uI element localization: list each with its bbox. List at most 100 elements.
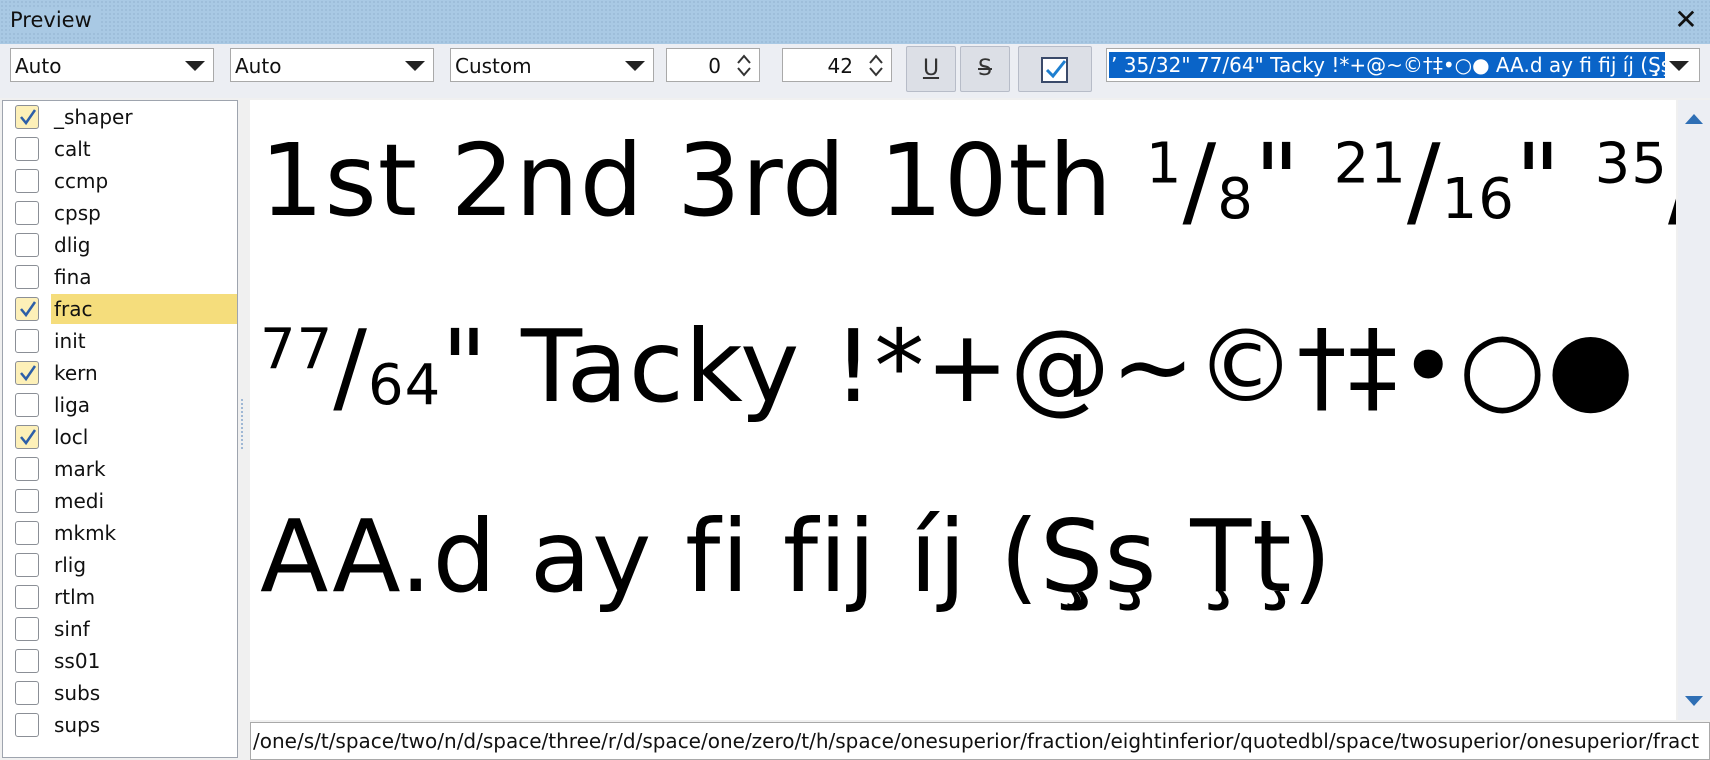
font-size-stepper-value: 42 — [827, 54, 853, 78]
feature-item[interactable]: liga — [3, 390, 237, 420]
sample-text-input[interactable]: ’ 35/32" 77/64" Tacky !*+@~©†‡•○● AA.d a… — [1109, 52, 1665, 78]
feature-item[interactable]: medi — [3, 486, 237, 516]
feature-label: rlig — [54, 553, 87, 577]
checkmark-icon — [20, 109, 37, 126]
chevron-up-icon[interactable] — [869, 53, 883, 65]
checkmark-icon — [20, 365, 37, 382]
feature-item[interactable]: frac — [3, 294, 237, 324]
preview-line-1: 1st 2nd 3rd 10th 1/8" 21/16" 35/32" — [260, 122, 1676, 239]
feature-item[interactable]: mkmk — [3, 518, 237, 548]
feature-label: rtlm — [54, 585, 96, 609]
feature-item[interactable]: cpsp — [3, 198, 237, 228]
chevron-down-icon[interactable] — [869, 66, 883, 78]
fraction: 1/8 — [1145, 122, 1254, 239]
spacing-stepper-value: 0 — [708, 54, 721, 78]
feature-checkbox[interactable] — [15, 585, 39, 609]
features-select[interactable]: Custom — [450, 48, 654, 82]
chevron-down-icon[interactable] — [1669, 61, 1689, 71]
chevron-down-icon[interactable] — [737, 66, 751, 78]
feature-checkbox[interactable] — [15, 489, 39, 513]
feature-checkbox[interactable] — [15, 201, 39, 225]
language-select[interactable]: Auto — [230, 48, 434, 82]
feature-checkbox[interactable] — [15, 457, 39, 481]
title-bar: Preview ✕ — [0, 0, 1710, 44]
feature-checkbox[interactable] — [15, 137, 39, 161]
feature-checkbox[interactable] — [15, 425, 39, 449]
language-select-value: Auto — [235, 54, 282, 78]
feature-label: dlig — [54, 233, 91, 257]
window-title: Preview — [10, 8, 100, 32]
feature-checkbox[interactable] — [15, 297, 39, 321]
feature-checkbox[interactable] — [15, 233, 39, 257]
feature-label: ss01 — [54, 649, 101, 673]
fraction: 35/32 — [1594, 122, 1676, 239]
feature-item[interactable]: calt — [3, 134, 237, 164]
preview-text: 1st 2nd 3rd 10th — [260, 122, 1146, 239]
glyph-names-field[interactable]: /one/s/t/space/two/n/d/space/three/r/d/s… — [250, 722, 1710, 760]
feature-label: subs — [54, 681, 101, 705]
feature-item[interactable]: mark — [3, 454, 237, 484]
feature-item[interactable]: sups — [3, 710, 237, 740]
feature-item[interactable]: rtlm — [3, 582, 237, 612]
preview-line-3: AA.d ay fi fij íj (Ş̧ş Ţţ) — [260, 498, 1333, 615]
feature-item[interactable]: sinf — [3, 614, 237, 644]
feature-item[interactable]: fina — [3, 262, 237, 292]
feature-checkbox[interactable] — [15, 361, 39, 385]
scroll-up-icon[interactable] — [1682, 106, 1706, 130]
checkmark-icon — [20, 429, 37, 446]
underline-button[interactable]: U — [906, 46, 956, 92]
feature-label: ccmp — [54, 169, 109, 193]
feature-item[interactable]: ccmp — [3, 166, 237, 196]
feature-item[interactable]: kern — [3, 358, 237, 388]
checkbox-icon — [1041, 57, 1068, 83]
sample-text-combo[interactable]: ’ 35/32" 77/64" Tacky !*+@~©†‡•○● AA.d a… — [1106, 48, 1700, 82]
splitter-handle[interactable] — [240, 398, 244, 450]
preview-canvas: 1st 2nd 3rd 10th 1/8" 21/16" 35/32" 77/6… — [250, 100, 1676, 720]
feature-list[interactable]: _shapercalt ccmp cpsp dlig fina frac init kern l… — [2, 100, 238, 758]
preview-text: AA.d ay fi fij íj (Ş̧ş Ţţ) — [260, 498, 1333, 615]
fraction: 77/64 — [260, 308, 442, 425]
feature-label: sinf — [54, 617, 90, 641]
underline-icon: U — [922, 56, 940, 81]
feature-label: init — [54, 329, 86, 353]
feature-checkbox[interactable] — [15, 105, 39, 129]
strikethrough-button[interactable]: S — [960, 46, 1010, 92]
feature-checkbox[interactable] — [15, 713, 39, 737]
feature-checkbox[interactable] — [15, 393, 39, 417]
chevron-down-icon — [625, 61, 645, 71]
chevron-down-icon — [405, 61, 425, 71]
feature-item[interactable]: locl — [3, 422, 237, 452]
scroll-down-icon[interactable] — [1682, 690, 1706, 714]
fraction: 21/16 — [1333, 122, 1515, 239]
feature-item[interactable]: rlig — [3, 550, 237, 580]
checkmark-icon — [20, 301, 37, 318]
feature-item[interactable]: ss01 — [3, 646, 237, 676]
chevron-up-icon[interactable] — [737, 53, 751, 65]
toggle-checkbox-button[interactable] — [1018, 46, 1092, 92]
strikethrough-icon: S — [978, 56, 992, 81]
feature-item[interactable]: _shaper — [3, 102, 237, 132]
feature-item[interactable]: subs — [3, 678, 237, 708]
feature-checkbox[interactable] — [15, 265, 39, 289]
feature-checkbox[interactable] — [15, 553, 39, 577]
script-select[interactable]: Auto — [10, 48, 214, 82]
feature-checkbox[interactable] — [15, 521, 39, 545]
glyph-names-text: /one/s/t/space/two/n/d/space/three/r/d/s… — [253, 729, 1700, 753]
feature-label: locl — [54, 425, 89, 449]
feature-item[interactable]: dlig — [3, 230, 237, 260]
feature-checkbox[interactable] — [15, 329, 39, 353]
feature-label: _shaper — [54, 105, 133, 129]
vertical-scrollbar[interactable] — [1678, 100, 1710, 720]
feature-checkbox[interactable] — [15, 169, 39, 193]
feature-item[interactable]: init — [3, 326, 237, 356]
feature-checkbox[interactable] — [15, 681, 39, 705]
feature-label: cpsp — [54, 201, 101, 225]
spacing-stepper[interactable]: 0 — [666, 48, 760, 82]
preview-text: Tacky !*+@~©†‡•○● — [521, 308, 1636, 425]
close-icon[interactable]: ✕ — [1672, 4, 1700, 36]
font-size-stepper[interactable]: 42 — [782, 48, 892, 82]
feature-label: kern — [54, 361, 98, 385]
feature-checkbox[interactable] — [15, 617, 39, 641]
feature-checkbox[interactable] — [15, 649, 39, 673]
feature-label: mkmk — [54, 521, 117, 545]
